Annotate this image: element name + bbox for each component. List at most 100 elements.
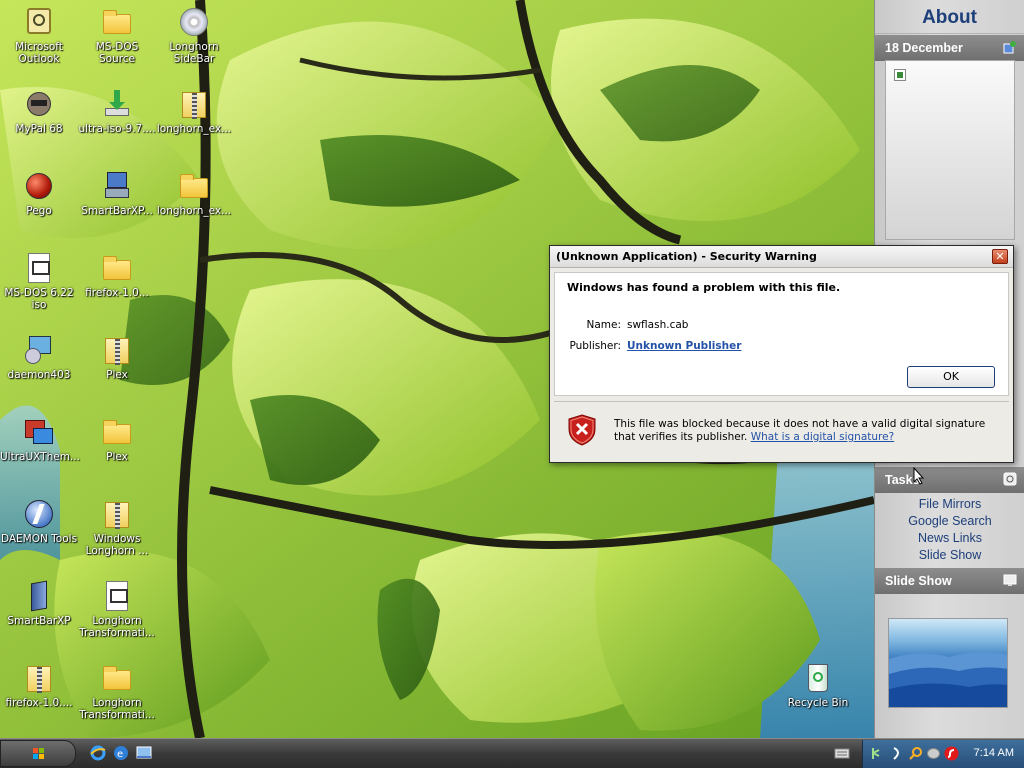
folder-icon — [101, 662, 133, 694]
desktop-icon-label: SmartBarXP... — [81, 205, 153, 217]
tile-options-icon[interactable] — [1003, 472, 1017, 486]
tile-options-icon[interactable] — [1003, 573, 1017, 587]
task-link-slide-show[interactable]: Slide Show — [875, 548, 1024, 562]
desktop-icon-label: SmartBarXP — [7, 615, 71, 627]
desktop-icon-ms-dos-source[interactable]: MS-DOS Source — [78, 6, 156, 65]
download-icon — [101, 88, 133, 120]
cd-icon — [178, 6, 210, 38]
taskbar: e 7:14 AM — [0, 738, 1024, 768]
taskbar-clock[interactable]: 7:14 AM — [974, 747, 1014, 759]
calendar-tile-content — [885, 60, 1015, 240]
drive-icon[interactable] — [926, 746, 941, 761]
desktop-icon-recycle-bin[interactable]: Recycle Bin — [779, 662, 857, 709]
desktop-icon-plex-1[interactable]: Plex — [78, 334, 156, 381]
recycle-bin-icon — [802, 662, 834, 694]
zip-folder-icon — [178, 88, 210, 120]
desktop-icon-longhorn-ex-2[interactable]: longhorn_ex... — [155, 170, 233, 217]
folder-icon — [101, 6, 133, 38]
desktop-icon-longhorn-transformation-1[interactable]: Longhorn Transformati... — [78, 580, 156, 639]
search-icon[interactable] — [908, 746, 923, 761]
show-desktop-icon[interactable] — [136, 745, 152, 761]
raccoon-icon — [23, 88, 55, 120]
desktop-icon-label: firefox-1.0.... — [5, 697, 73, 709]
speaker-icon[interactable] — [890, 746, 905, 761]
keyboard-icon[interactable] — [834, 745, 850, 761]
zip-folder-icon — [101, 498, 133, 530]
task-link-news-links[interactable]: News Links — [875, 531, 1024, 545]
publisher-link[interactable]: Unknown Publisher — [627, 340, 741, 352]
dialog-divider — [554, 401, 1009, 402]
desktop-icon-label: Pego — [26, 205, 52, 217]
desktop-icon-label: MS-DOS 6.22 iso — [4, 287, 74, 311]
desktop-icon-label: Recycle Bin — [787, 697, 849, 709]
ok-button[interactable]: OK — [907, 366, 995, 388]
network-icon[interactable] — [871, 746, 886, 761]
desktop-icon-ultrauxtheme[interactable]: UltraUXThem... — [0, 416, 80, 463]
broken-image-icon — [894, 69, 906, 81]
smartbar-icon — [23, 580, 55, 612]
desktop-icon-label: Longhorn Transformati... — [79, 697, 155, 721]
calendar-tile-header[interactable]: 18 December — [875, 35, 1024, 61]
slideshow-tile-header[interactable]: Slide Show — [875, 568, 1024, 594]
daemon-tools-icon — [23, 498, 55, 530]
desktop-icon-mypal[interactable]: MyPal 68 — [0, 88, 78, 135]
desktop-icon-smartbarxp-setup[interactable]: SmartBarXP... — [78, 170, 156, 217]
task-link-google-search[interactable]: Google Search — [875, 514, 1024, 528]
desktop-icon-daemon403[interactable]: daemon403 — [0, 334, 78, 381]
close-button[interactable]: ✕ — [992, 249, 1008, 264]
desktop-icon-longhorn-ex-1[interactable]: longhorn_ex... — [155, 88, 233, 135]
security-warning-dialog: (Unknown Application) - Security Warning… — [549, 245, 1014, 463]
desktop-icon-smartbarxp[interactable]: SmartBarXP — [0, 580, 78, 627]
security-shield-icon — [567, 414, 597, 446]
desktop-icon-plex-2[interactable]: Plex — [78, 416, 156, 463]
desktop-icon-microsoft-outlook[interactable]: Microsoft Outlook — [0, 6, 78, 65]
desktop-icon-ms-dos-iso[interactable]: MS-DOS 6.22 iso — [0, 252, 78, 311]
windows-flag-icon — [33, 748, 45, 760]
desktop-icon-daemon-tools[interactable]: DAEMON Tools — [0, 498, 78, 545]
desktop-icon-longhorn-transformation-2[interactable]: Longhorn Transformati... — [78, 662, 156, 721]
dialog-titlebar[interactable]: (Unknown Application) - Security Warning… — [550, 246, 1013, 268]
desktop-icon-label: Microsoft Outlook — [15, 41, 63, 65]
slideshow-image[interactable] — [888, 618, 1008, 708]
calendar-date: 18 December — [885, 41, 963, 55]
svg-text:e: e — [117, 749, 123, 760]
desktop-icon-label: Longhorn SideBar — [169, 41, 219, 65]
folder-icon — [101, 252, 133, 284]
mouse-cursor-icon — [913, 466, 925, 485]
internet-explorer-icon[interactable] — [90, 745, 106, 761]
desktop-icon-label: Windows Longhorn ... — [85, 533, 149, 557]
desktop-icon-windows-longhorn[interactable]: Windows Longhorn ... — [78, 498, 156, 557]
desktop-icon-label: Plex — [106, 451, 128, 463]
zip-folder-icon — [23, 662, 55, 694]
flash-player-icon[interactable] — [944, 746, 959, 761]
installer-icon — [101, 170, 133, 202]
file-name-value: swflash.cab — [627, 319, 689, 331]
folder-icon — [178, 170, 210, 202]
start-button[interactable] — [0, 740, 76, 767]
desktop-icon-firefox-zip[interactable]: firefox-1.0.... — [0, 662, 78, 709]
system-tray: 7:14 AM — [862, 740, 1024, 768]
desktop-icon-label: DAEMON Tools — [0, 533, 78, 545]
desktop-icon-label: MS-DOS Source — [95, 41, 139, 65]
mountains-image — [889, 652, 1007, 707]
digital-signature-help-link[interactable]: What is a digital signature? — [751, 431, 894, 443]
task-link-file-mirrors[interactable]: File Mirrors — [875, 497, 1024, 511]
desktop-icon-pego[interactable]: Pego — [0, 170, 78, 217]
theme-icon — [23, 416, 55, 448]
sidebar-about-title[interactable]: About — [875, 0, 1024, 34]
desktop-icon-longhorn-sidebar[interactable]: Longhorn SideBar — [155, 6, 233, 65]
tasks-tile-header[interactable]: Tasks — [875, 467, 1024, 493]
desktop-icon-label: firefox-1.0... — [85, 287, 149, 299]
red-ball-icon — [23, 170, 55, 202]
desktop-icon-label: ultra-iso-9.7.... — [78, 123, 156, 135]
document-icon — [101, 580, 133, 612]
tile-options-icon[interactable] — [1003, 40, 1017, 54]
publisher-label: Publisher: — [569, 340, 621, 352]
browser-icon[interactable]: e — [113, 745, 129, 761]
outlook-icon — [23, 6, 55, 38]
desktop-icon-label: longhorn_ex... — [156, 205, 232, 217]
slideshow-title: Slide Show — [885, 574, 952, 588]
desktop-icon-ultra-iso[interactable]: ultra-iso-9.7.... — [78, 88, 156, 135]
desktop-icon-firefox-folder[interactable]: firefox-1.0... — [78, 252, 156, 299]
dialog-heading: Windows has found a problem with this fi… — [567, 281, 841, 294]
